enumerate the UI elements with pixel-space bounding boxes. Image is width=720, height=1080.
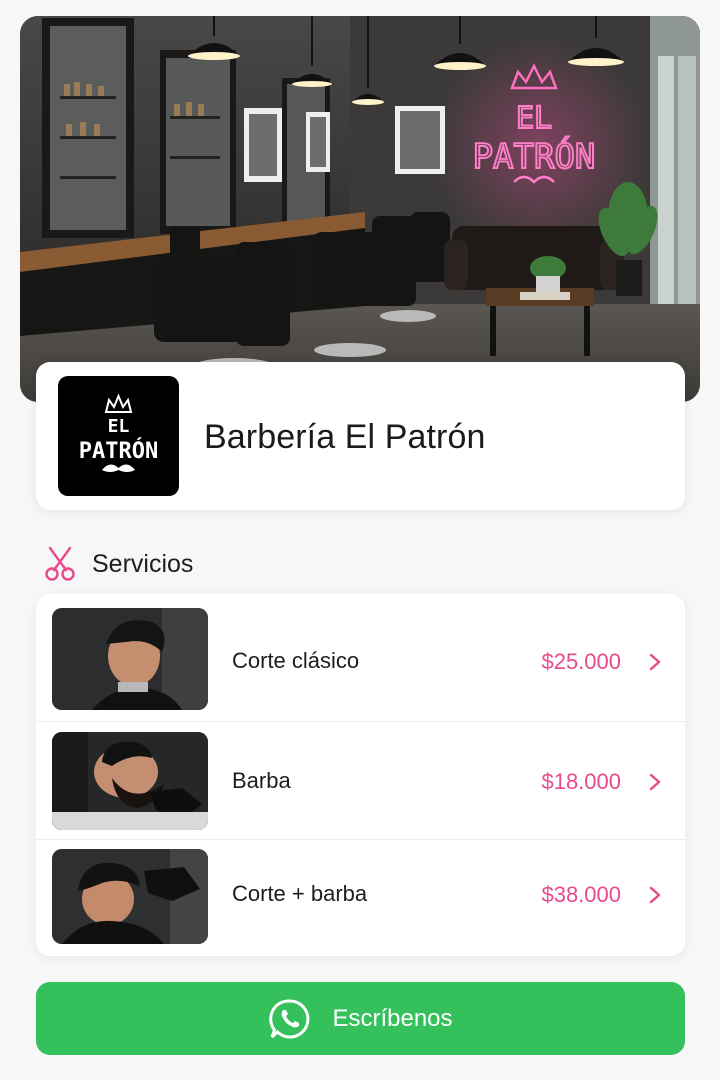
service-thumbnail bbox=[52, 849, 208, 944]
service-name: Barba bbox=[232, 768, 291, 793]
service-price: $18.000 bbox=[541, 769, 621, 794]
section-title: Servicios bbox=[92, 549, 194, 578]
neon-sign-line1: EL bbox=[516, 101, 552, 136]
whatsapp-icon bbox=[269, 998, 310, 1038]
scissors-icon bbox=[45, 546, 75, 581]
crown-icon bbox=[104, 393, 133, 413]
service-row-corte-clasico[interactable]: Corte clásico $25.000 bbox=[36, 594, 685, 721]
service-row-barba[interactable]: Barba $18.000 bbox=[36, 721, 685, 839]
profile-card: EL PATRÓN Barbería El Patrón bbox=[36, 362, 685, 510]
service-name: Corte + barba bbox=[232, 881, 368, 906]
hero-image: EL PATRÓN bbox=[20, 16, 700, 402]
service-price: $25.000 bbox=[541, 649, 621, 674]
services-section-header: Servicios bbox=[44, 544, 193, 584]
cta-label: Escríbenos bbox=[332, 1004, 453, 1032]
mustache-icon bbox=[102, 464, 135, 472]
shop-name: Barbería El Patrón bbox=[204, 418, 486, 456]
chevron-right-icon bbox=[649, 886, 661, 904]
chevron-right-icon bbox=[649, 653, 661, 671]
services-list: Corte clásico $25.000 Barba $18.000 Cort… bbox=[36, 594, 685, 956]
service-row-corte-barba[interactable]: Corte + barba $38.000 bbox=[36, 839, 685, 956]
chevron-right-icon bbox=[649, 773, 661, 791]
logo-text-line1: EL bbox=[108, 416, 130, 437]
whatsapp-contact-button[interactable]: Escríbenos bbox=[36, 982, 685, 1055]
barbershop-interior-illustration: EL PATRÓN bbox=[20, 16, 700, 402]
service-thumbnail bbox=[52, 732, 208, 830]
shop-logo: EL PATRÓN bbox=[58, 376, 179, 496]
service-thumbnail bbox=[52, 608, 208, 710]
logo-text-line2: PATRÓN bbox=[79, 438, 158, 464]
service-name: Corte clásico bbox=[232, 648, 360, 673]
service-price: $38.000 bbox=[541, 882, 621, 907]
neon-sign-line2: PATRÓN bbox=[473, 136, 596, 177]
